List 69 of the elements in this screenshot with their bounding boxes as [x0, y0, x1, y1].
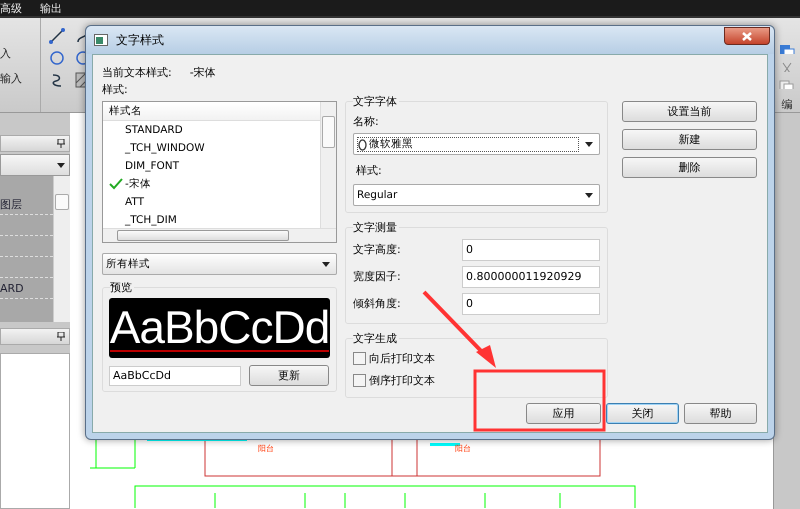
ribbon-label[interactable]: 入 [0, 46, 40, 61]
styles-label: 样式: [102, 82, 129, 97]
dropdown-value: 微软雅黑 [369, 138, 413, 150]
group-title: 预览 [110, 280, 134, 295]
font-type-icon [358, 138, 367, 150]
dropdown-caret-icon [57, 162, 65, 168]
dropdown-caret-icon [322, 262, 330, 266]
close-button[interactable] [724, 27, 770, 45]
current-style-value: -宋体 [190, 65, 216, 80]
pin-icon[interactable] [57, 139, 65, 148]
checkbox-label[interactable]: 倒序打印文本 [369, 372, 435, 388]
style-item[interactable]: -宋体 [125, 178, 151, 190]
input-field[interactable]: 0.800000011920929 [462, 266, 600, 288]
style-list[interactable]: 样式名 STANDARD _TCH_WINDOW DIM_FONT -宋体 ATT _TCH_DIM [102, 101, 337, 243]
column-header: 样式名 [103, 102, 320, 121]
field-label: 宽度因子: [353, 269, 401, 284]
layer-item[interactable]: 图层 [0, 196, 22, 212]
field-label: 文字高度: [353, 242, 401, 257]
scissors-icon[interactable] [780, 62, 794, 72]
group-title: 文字字体 [353, 94, 399, 109]
layer-item[interactable]: ARD [0, 282, 24, 294]
paste-icon[interactable] [779, 44, 795, 54]
group-title: 文字测量 [353, 220, 399, 235]
action-button[interactable]: 设置当前 [622, 101, 757, 122]
horizontal-scrollbar[interactable] [103, 228, 336, 242]
copy-icon[interactable] [779, 80, 795, 89]
room-label: 阳台 [455, 443, 471, 454]
ribbon-label[interactable]: 输入 [0, 71, 40, 86]
group-title: 文字生成 [353, 331, 399, 346]
field-label: 名称: [353, 114, 380, 129]
update-button[interactable]: 更新 [249, 365, 329, 386]
vertical-scrollbar[interactable] [53, 176, 70, 322]
preview-input[interactable]: AaBbCcDd [109, 366, 241, 386]
input-field[interactable]: 0 [462, 292, 600, 314]
style-item[interactable]: _TCH_DIM [125, 214, 177, 226]
style-item[interactable]: STANDARD [125, 124, 183, 136]
window-title: 文字样式 [116, 32, 164, 48]
checkbox[interactable] [353, 352, 366, 364]
font-style-dropdown[interactable]: Regular [353, 184, 600, 206]
app-icon [94, 34, 108, 46]
dialog-button[interactable]: 帮助 [684, 403, 757, 424]
dialog-button[interactable]: 应用 [526, 403, 601, 424]
menu-item[interactable]: 输出 [40, 0, 62, 16]
menu-item[interactable]: 高级 [0, 0, 22, 16]
checkbox-label[interactable]: 向后打印文本 [369, 350, 435, 366]
close-icon [741, 32, 753, 40]
dialog-button[interactable]: 关闭 [606, 403, 679, 424]
room-label: 阳台 [258, 443, 274, 454]
dropdown-caret-icon [585, 192, 593, 198]
vertical-scrollbar[interactable] [320, 102, 336, 228]
field-label: 样式: [356, 163, 383, 178]
style-item[interactable]: ATT [125, 196, 144, 208]
current-style-label: 当前文本样式: [102, 65, 172, 80]
action-button[interactable]: 新建 [622, 129, 757, 150]
line-icon[interactable] [49, 28, 65, 44]
action-button[interactable]: 删除 [622, 157, 757, 178]
input-field[interactable]: 0 [462, 238, 600, 260]
dropdown-caret-icon [585, 142, 593, 146]
circle-icon[interactable] [49, 50, 65, 66]
font-name-dropdown[interactable]: 微软雅黑 [353, 133, 600, 155]
checkbox[interactable] [353, 374, 366, 386]
ribbon-label[interactable]: 编 [782, 97, 792, 112]
preview-sample: AaBbCcDd [110, 304, 330, 352]
layer-dropdown[interactable] [0, 154, 70, 176]
style-item[interactable]: DIM_FONT [125, 160, 180, 172]
style-item[interactable]: _TCH_WINDOW [125, 142, 205, 154]
filter-dropdown[interactable]: 所有样式 [102, 253, 337, 275]
pin-icon[interactable] [57, 332, 65, 341]
field-label: 倾斜角度: [353, 296, 401, 311]
